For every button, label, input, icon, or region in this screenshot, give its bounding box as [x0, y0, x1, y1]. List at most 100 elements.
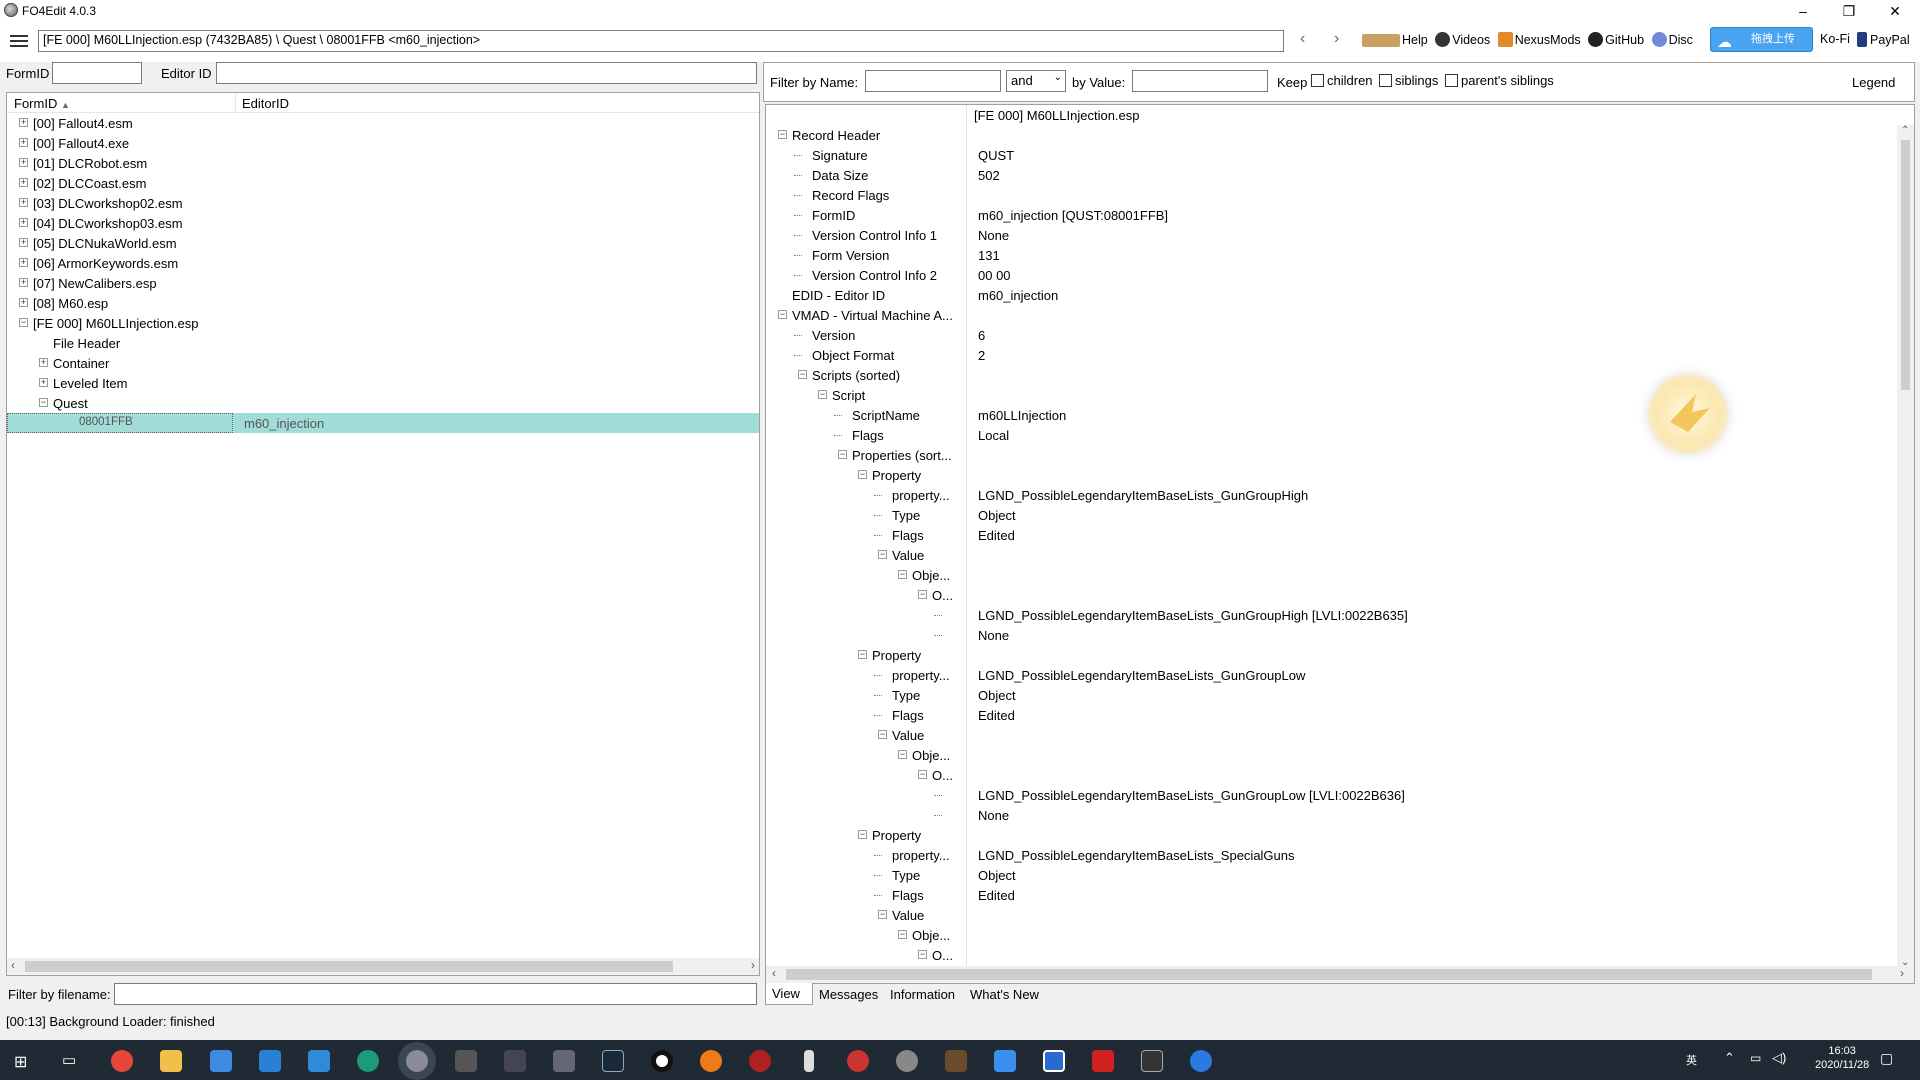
expand-icon[interactable]: + [19, 238, 28, 247]
expand-icon[interactable]: + [19, 118, 28, 127]
help-link[interactable]: Help [1362, 33, 1430, 47]
expand-icon[interactable]: + [19, 258, 28, 267]
settings-icon[interactable] [553, 1050, 575, 1072]
navigation-tree[interactable]: FormID ▲ EditorID + [00] Fallout4.esm + [00… [6, 92, 760, 976]
scroll-thumb[interactable] [25, 961, 673, 972]
filename-filter-input[interactable] [114, 983, 757, 1005]
record-row[interactable]: Type Object [766, 865, 1896, 885]
record-row[interactable]: − O... [766, 765, 1896, 785]
floating-bird-widget[interactable] [1648, 374, 1728, 454]
tab-whats-new[interactable]: What's New [970, 983, 1039, 1002]
tree-row[interactable]: + [00] Fallout4.exe [7, 133, 759, 153]
collapse-icon[interactable]: − [858, 830, 867, 839]
app-icon-9[interactable] [896, 1050, 918, 1072]
children-checkbox[interactable]: children [1311, 73, 1373, 88]
record-row[interactable]: Data Size 502 [766, 165, 1896, 185]
app-icon-15[interactable] [1190, 1050, 1212, 1072]
menu-icon[interactable] [10, 35, 28, 47]
record-row[interactable]: LGND_PossibleLegendaryItemBaseLists_GunG… [766, 785, 1896, 805]
filter-value-input[interactable] [1132, 70, 1268, 92]
discord-link[interactable]: Disc [1651, 32, 1695, 47]
collapse-icon[interactable]: − [838, 450, 847, 459]
collapse-icon[interactable]: − [39, 398, 48, 407]
notifications-icon[interactable]: ▢ [1880, 1050, 1893, 1067]
expand-icon[interactable]: + [19, 178, 28, 187]
record-row[interactable]: property... LGND_PossibleLegendaryItemBas… [766, 485, 1896, 505]
expand-icon[interactable]: + [39, 358, 48, 367]
tree-row[interactable]: − Quest [7, 393, 759, 413]
collapse-icon[interactable]: − [778, 130, 787, 139]
tree-row[interactable]: + [00] Fallout4.esm [7, 113, 759, 133]
formid-input[interactable] [52, 62, 142, 84]
tab-information[interactable]: Information [890, 983, 955, 1002]
input-language[interactable]: 英 [1686, 1052, 1697, 1068]
tray-chevron-icon[interactable]: ⌃ [1724, 1050, 1735, 1066]
nexusmods-link[interactable]: NexusMods [1497, 32, 1583, 47]
file-explorer-icon[interactable] [160, 1050, 182, 1072]
collapse-icon[interactable]: − [878, 730, 887, 739]
expand-icon[interactable]: + [19, 158, 28, 167]
record-row[interactable]: − Record Header [766, 125, 1896, 145]
app-icon-11[interactable] [994, 1050, 1016, 1072]
siblings-checkbox[interactable]: siblings [1379, 73, 1438, 88]
record-row[interactable]: − Property [766, 825, 1896, 845]
record-row[interactable]: Flags Edited [766, 705, 1896, 725]
vertical-scroll-thumb[interactable] [1901, 140, 1910, 390]
app-icon-1[interactable] [308, 1050, 330, 1072]
record-row[interactable]: − Value [766, 905, 1896, 925]
record-row[interactable]: Flags Edited [766, 525, 1896, 545]
collapse-icon[interactable]: − [878, 910, 887, 919]
record-row[interactable]: Flags Edited [766, 885, 1896, 905]
record-row[interactable]: − O... [766, 585, 1896, 605]
tree-row[interactable]: + [07] NewCalibers.esp [7, 273, 759, 293]
collapse-icon[interactable]: − [918, 770, 927, 779]
app-icon-3[interactable] [455, 1050, 477, 1072]
tree-row[interactable]: File Header [7, 333, 759, 353]
scroll-left-icon[interactable]: ‹ [11, 958, 15, 972]
tree-row[interactable]: + [05] DLCNukaWorld.esm [7, 233, 759, 253]
record-row[interactable]: FormID m60_injection [QUST:08001FFB] [766, 205, 1896, 225]
record-row[interactable]: − O... [766, 945, 1896, 965]
scroll-right-icon[interactable]: › [751, 958, 755, 972]
app-icon-2[interactable] [357, 1050, 379, 1072]
github-link[interactable]: GitHub [1588, 32, 1646, 47]
paypal-link[interactable]: PayPal [1857, 32, 1910, 47]
record-path-field[interactable]: [FE 000] M60LLInjection.esp (7432BA85) \… [38, 30, 1284, 52]
collapse-icon[interactable]: − [798, 370, 807, 379]
volume-icon[interactable]: ◁) [1772, 1050, 1786, 1066]
collapse-icon[interactable]: − [918, 590, 927, 599]
record-row[interactable]: None [766, 805, 1896, 825]
legend-button[interactable]: Legend [1852, 75, 1895, 90]
record-row[interactable]: LGND_PossibleLegendaryItemBaseLists_GunG… [766, 605, 1896, 625]
record-row[interactable]: − Property [766, 645, 1896, 665]
steam-icon[interactable] [602, 1050, 624, 1072]
expand-icon[interactable]: + [19, 198, 28, 207]
app-icon-5[interactable] [700, 1050, 722, 1072]
collapse-icon[interactable]: − [19, 318, 28, 327]
record-row[interactable]: − Property [766, 465, 1896, 485]
app-icon-7[interactable] [804, 1050, 814, 1072]
expand-icon[interactable]: + [19, 138, 28, 147]
tree-row[interactable]: + [02] DLCCoast.esm [7, 173, 759, 193]
app-icon-13[interactable] [1092, 1050, 1114, 1072]
tab-messages[interactable]: Messages [819, 983, 878, 1002]
back-button[interactable]: ‹ [1300, 30, 1305, 48]
app-icon-4[interactable] [504, 1050, 526, 1072]
record-row[interactable]: None [766, 625, 1896, 645]
collapse-icon[interactable]: − [898, 930, 907, 939]
tree-row[interactable]: − [FE 000] M60LLInjection.esp [7, 313, 759, 333]
app-icon-14[interactable] [1141, 1050, 1163, 1072]
upload-button[interactable]: ☁ 拖拽上传 [1710, 27, 1813, 52]
expand-icon[interactable]: + [39, 378, 48, 387]
tree-row[interactable]: + Container [7, 353, 759, 373]
tree-row[interactable]: + [06] ArmorKeywords.esm [7, 253, 759, 273]
restore-button[interactable]: ❐ [1826, 0, 1872, 22]
record-horizontal-scrollbar[interactable]: ‹ › [766, 966, 1914, 983]
record-view[interactable]: [FE 000] M60LLInjection.esp − Record Head… [765, 104, 1915, 984]
record-row[interactable]: Type Object [766, 505, 1896, 525]
record-icon[interactable] [651, 1050, 673, 1072]
record-row[interactable]: property... LGND_PossibleLegendaryItemBas… [766, 665, 1896, 685]
windows-start-icon[interactable]: ⊞ [14, 1052, 27, 1072]
column-header-formid[interactable]: FormID ▲ [14, 96, 70, 111]
record-row[interactable]: EDID - Editor ID m60_injection [766, 285, 1896, 305]
